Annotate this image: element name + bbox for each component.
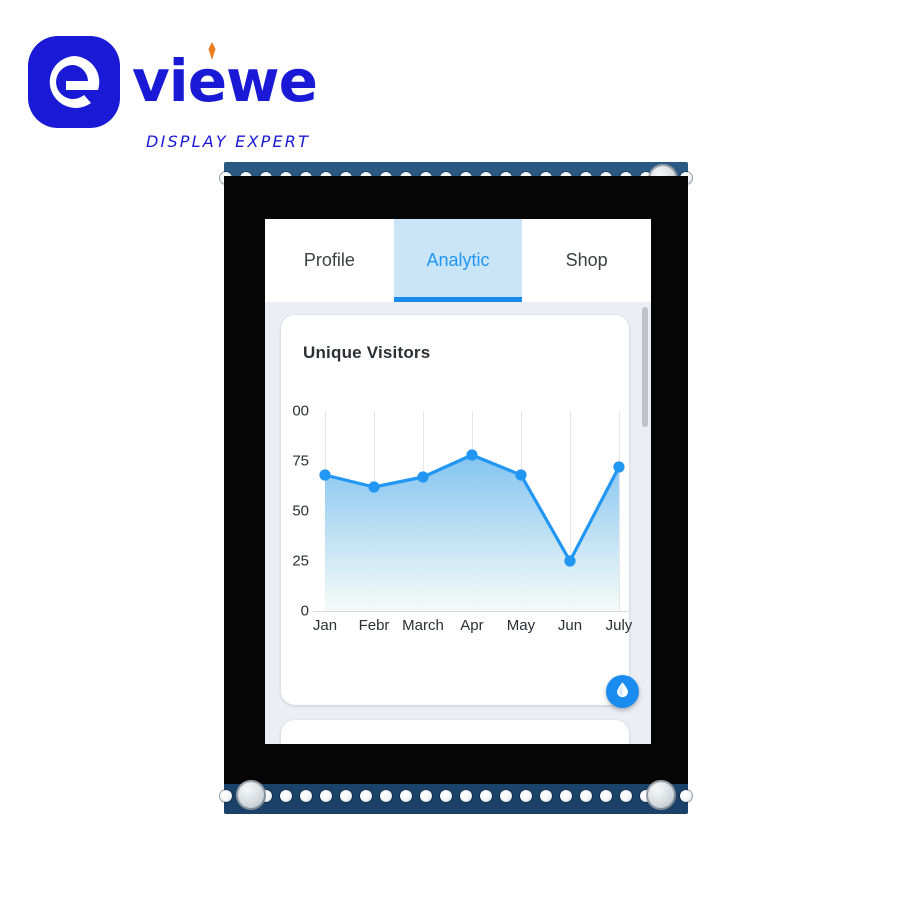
tab-bar: Profile Analytic Shop [265, 219, 651, 302]
pcb-pad [420, 790, 432, 802]
chart-data-point[interactable] [368, 481, 380, 493]
viewe-logo: viewe DISPLAY EXPERT [28, 36, 328, 151]
pcb-pad [440, 790, 452, 802]
chart-x-axis [313, 611, 629, 612]
pcb-pad [360, 790, 372, 802]
pcb-pad [380, 790, 392, 802]
pcb-pad [480, 790, 492, 802]
chart-data-point[interactable] [319, 469, 331, 481]
chart-x-tick-label: Apr [460, 617, 484, 634]
unique-visitors-card: Unique Visitors 00 75 50 25 0 Jan Febr March Apr… [281, 315, 632, 705]
screenshot-root: viewe DISPLAY EXPERT Profile Analytic Sh… [0, 0, 900, 900]
pcb-pad [300, 790, 312, 802]
pcb-pad [600, 790, 612, 802]
chart-y-tick-label: 00 [292, 402, 309, 420]
chart-data-point[interactable] [613, 461, 625, 473]
tab-analytic[interactable]: Analytic [393, 219, 523, 302]
pcb-pad [680, 790, 692, 802]
chart-y-tick-label: 75 [292, 452, 309, 470]
next-card-partial[interactable] [281, 720, 629, 744]
pcb-pad [620, 790, 632, 802]
chart-x-tick-label: Jan [312, 617, 338, 634]
chart-data-point[interactable] [466, 449, 478, 461]
chart-x-tick-label: Febr [358, 617, 390, 634]
chart-y-tick-label: 25 [292, 552, 309, 570]
pcb-pad [400, 790, 412, 802]
display-bezel: Profile Analytic Shop Unique Visitors 00… [224, 176, 688, 784]
tab-shop-label: Shop [565, 250, 608, 270]
card-title: Unique Visitors [303, 343, 431, 362]
pcb-pad [340, 790, 352, 802]
chart-x-tick-label: Jun [557, 617, 583, 634]
chart-data-point[interactable] [417, 471, 429, 483]
chart-x-tick-label: July [605, 617, 633, 634]
pcb-header-pads-bottom [220, 782, 692, 810]
scrollbar-thumb[interactable] [642, 307, 648, 427]
pcb-pad [580, 790, 592, 802]
pcb-pad [460, 790, 472, 802]
chart-data-point[interactable] [515, 469, 527, 481]
water-drop-icon [614, 681, 631, 703]
vertical-scrollbar[interactable] [642, 304, 649, 742]
chart-x-tick-label: May [506, 617, 536, 634]
tab-profile[interactable]: Profile [265, 219, 394, 302]
pcb-pad [500, 790, 512, 802]
pcb-pad [220, 790, 232, 802]
chart-plot-area [313, 411, 629, 611]
tab-analytic-label: Analytic [426, 250, 490, 270]
chart-x-tick-label: March [402, 617, 444, 634]
pcb-pad [320, 790, 332, 802]
chart-y-tick-label: 50 [292, 502, 309, 520]
mounting-hole [646, 780, 676, 810]
theme-toggle-fab[interactable] [606, 675, 639, 708]
chart-data-point[interactable] [564, 555, 576, 567]
analytics-scroll-area[interactable]: Unique Visitors 00 75 50 25 0 Jan Febr March Apr… [265, 302, 651, 744]
lcd-screen: Profile Analytic Shop Unique Visitors 00… [265, 219, 651, 744]
chart-y-tick-label: 0 [300, 602, 309, 620]
brand-wordmark: viewe [132, 47, 318, 115]
mounting-hole [236, 780, 266, 810]
display-module-pcb: Profile Analytic Shop Unique Visitors 00… [220, 162, 692, 814]
brand-tagline: DISPLAY EXPERT [146, 132, 311, 151]
pcb-pad [540, 790, 552, 802]
pcb-pad [280, 790, 292, 802]
pcb-pad [520, 790, 532, 802]
chart-area-fill [325, 455, 619, 611]
flame-icon [206, 42, 218, 60]
e-monogram-icon [28, 36, 120, 128]
pcb-pad [560, 790, 572, 802]
chart-series-svg [319, 449, 625, 611]
tab-shop[interactable]: Shop [522, 219, 651, 302]
tab-profile-label: Profile [303, 250, 355, 270]
unique-visitors-chart: 00 75 50 25 0 Jan Febr March Apr May Jun July [281, 403, 632, 653]
